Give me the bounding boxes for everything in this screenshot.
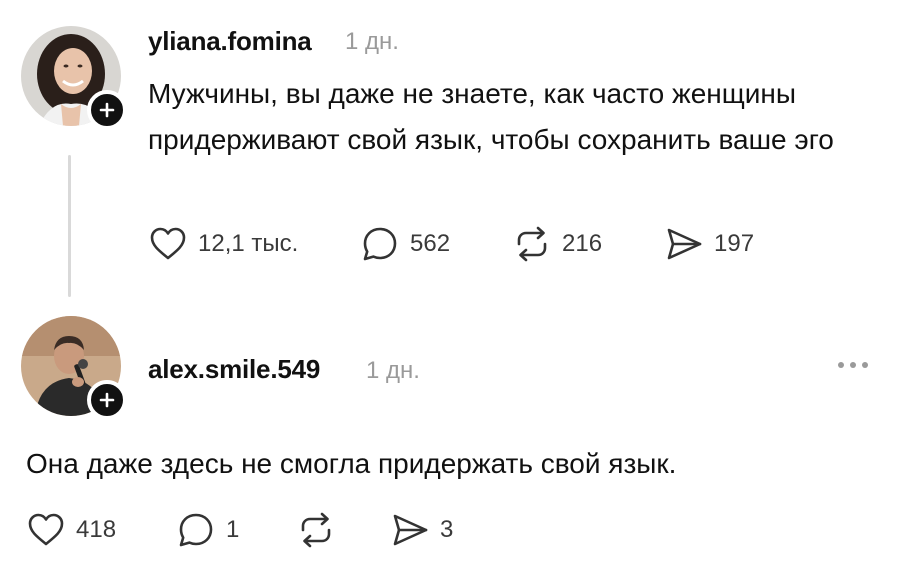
reply-text: Она даже здесь не смогла придержать свой… [26, 448, 677, 479]
comment-count: 562 [410, 230, 451, 257]
reply-timestamp: 1 дн. [366, 357, 420, 384]
heart-icon [150, 227, 186, 260]
paper-plane-icon [393, 514, 428, 546]
repost-button[interactable]: 216 [512, 224, 602, 264]
reply-repost-button[interactable] [296, 510, 336, 550]
like-count: 12,1 тыс. [198, 230, 299, 257]
thread-line [68, 155, 71, 297]
reply-comment-count: 1 [226, 516, 240, 543]
plus-icon [99, 392, 115, 408]
post-username[interactable]: yliana.fomina [148, 26, 312, 57]
post-text: Мужчины, вы даже не знаете, как часто же… [148, 78, 834, 155]
reply-avatar[interactable] [21, 316, 127, 420]
reply-follow-button[interactable] [87, 380, 127, 420]
comment-button[interactable]: 562 [360, 224, 450, 264]
reply-username[interactable]: alex.smile.549 [148, 354, 320, 385]
paper-plane-icon [667, 228, 702, 260]
reply-share-count: 3 [440, 516, 454, 543]
speech-bubble-icon [179, 513, 213, 547]
reply-share-button[interactable]: 3 [390, 510, 453, 550]
share-count: 197 [714, 230, 755, 257]
speech-bubble-icon [363, 227, 397, 261]
share-button[interactable]: 197 [664, 224, 754, 264]
repost-arrows-icon [301, 512, 331, 548]
more-options-button[interactable] [838, 362, 868, 368]
reply-comment-button[interactable]: 1 [176, 510, 239, 550]
like-button[interactable]: 12,1 тыс. [148, 224, 298, 264]
post-timestamp: 1 дн. [345, 28, 399, 55]
reply-like-count: 418 [76, 516, 117, 543]
heart-icon [28, 513, 64, 546]
more-dots-icon [838, 362, 844, 368]
repost-count: 216 [562, 230, 603, 257]
repost-arrows-icon [517, 226, 547, 262]
follow-button[interactable] [87, 90, 127, 130]
reply-like-button[interactable]: 418 [26, 510, 116, 550]
thread: yliana.fomina 1 дн. Мужчины, вы даже не … [0, 0, 900, 570]
plus-icon [99, 102, 115, 118]
avatar[interactable] [21, 26, 127, 130]
